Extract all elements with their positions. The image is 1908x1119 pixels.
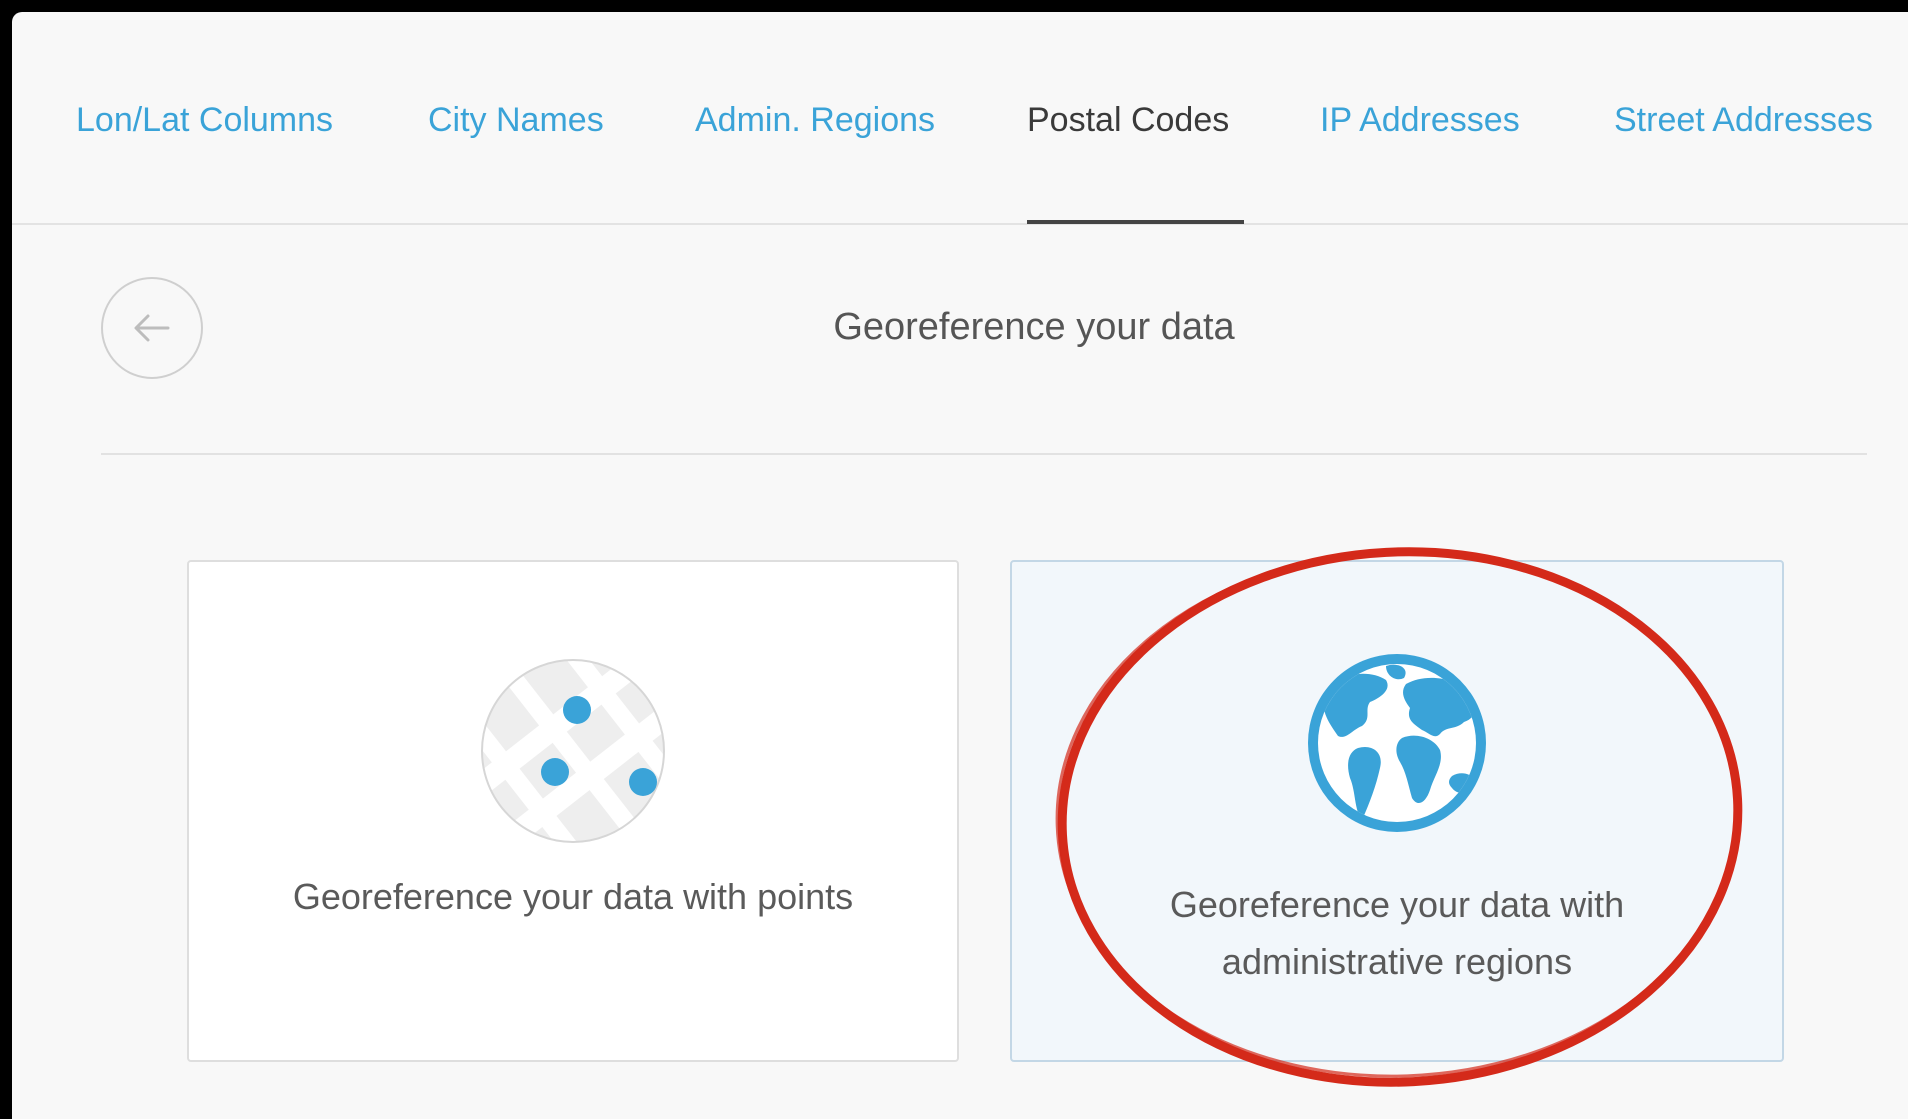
page-title: Georeference your data	[833, 306, 1235, 348]
tab-bar: Lon/Lat Columns City Names Admin. Region…	[12, 12, 1908, 225]
georeference-points-option[interactable]: Georeference your data with points	[187, 560, 959, 1062]
header-divider	[101, 453, 1867, 455]
tab-postal-codes[interactable]: Postal Codes	[1027, 98, 1229, 142]
tab-admin-regions[interactable]: Admin. Regions	[695, 98, 935, 142]
globe-icon	[1306, 652, 1488, 839]
tab-street-addresses[interactable]: Street Addresses	[1614, 98, 1873, 142]
regions-option-label: Georeference your data with administrati…	[1169, 884, 1625, 982]
active-tab-indicator	[1027, 220, 1244, 224]
points-option-label: Georeference your data with points	[292, 876, 854, 917]
tab-ip-addresses[interactable]: IP Addresses	[1320, 98, 1520, 142]
tab-lon-lat-columns[interactable]: Lon/Lat Columns	[76, 98, 333, 142]
georeference-panel: Lon/Lat Columns City Names Admin. Region…	[12, 12, 1908, 1119]
georeference-regions-option[interactable]: Georeference your data with administrati…	[1010, 560, 1784, 1062]
tab-city-names[interactable]: City Names	[428, 98, 604, 142]
map-points-icon	[447, 623, 700, 879]
